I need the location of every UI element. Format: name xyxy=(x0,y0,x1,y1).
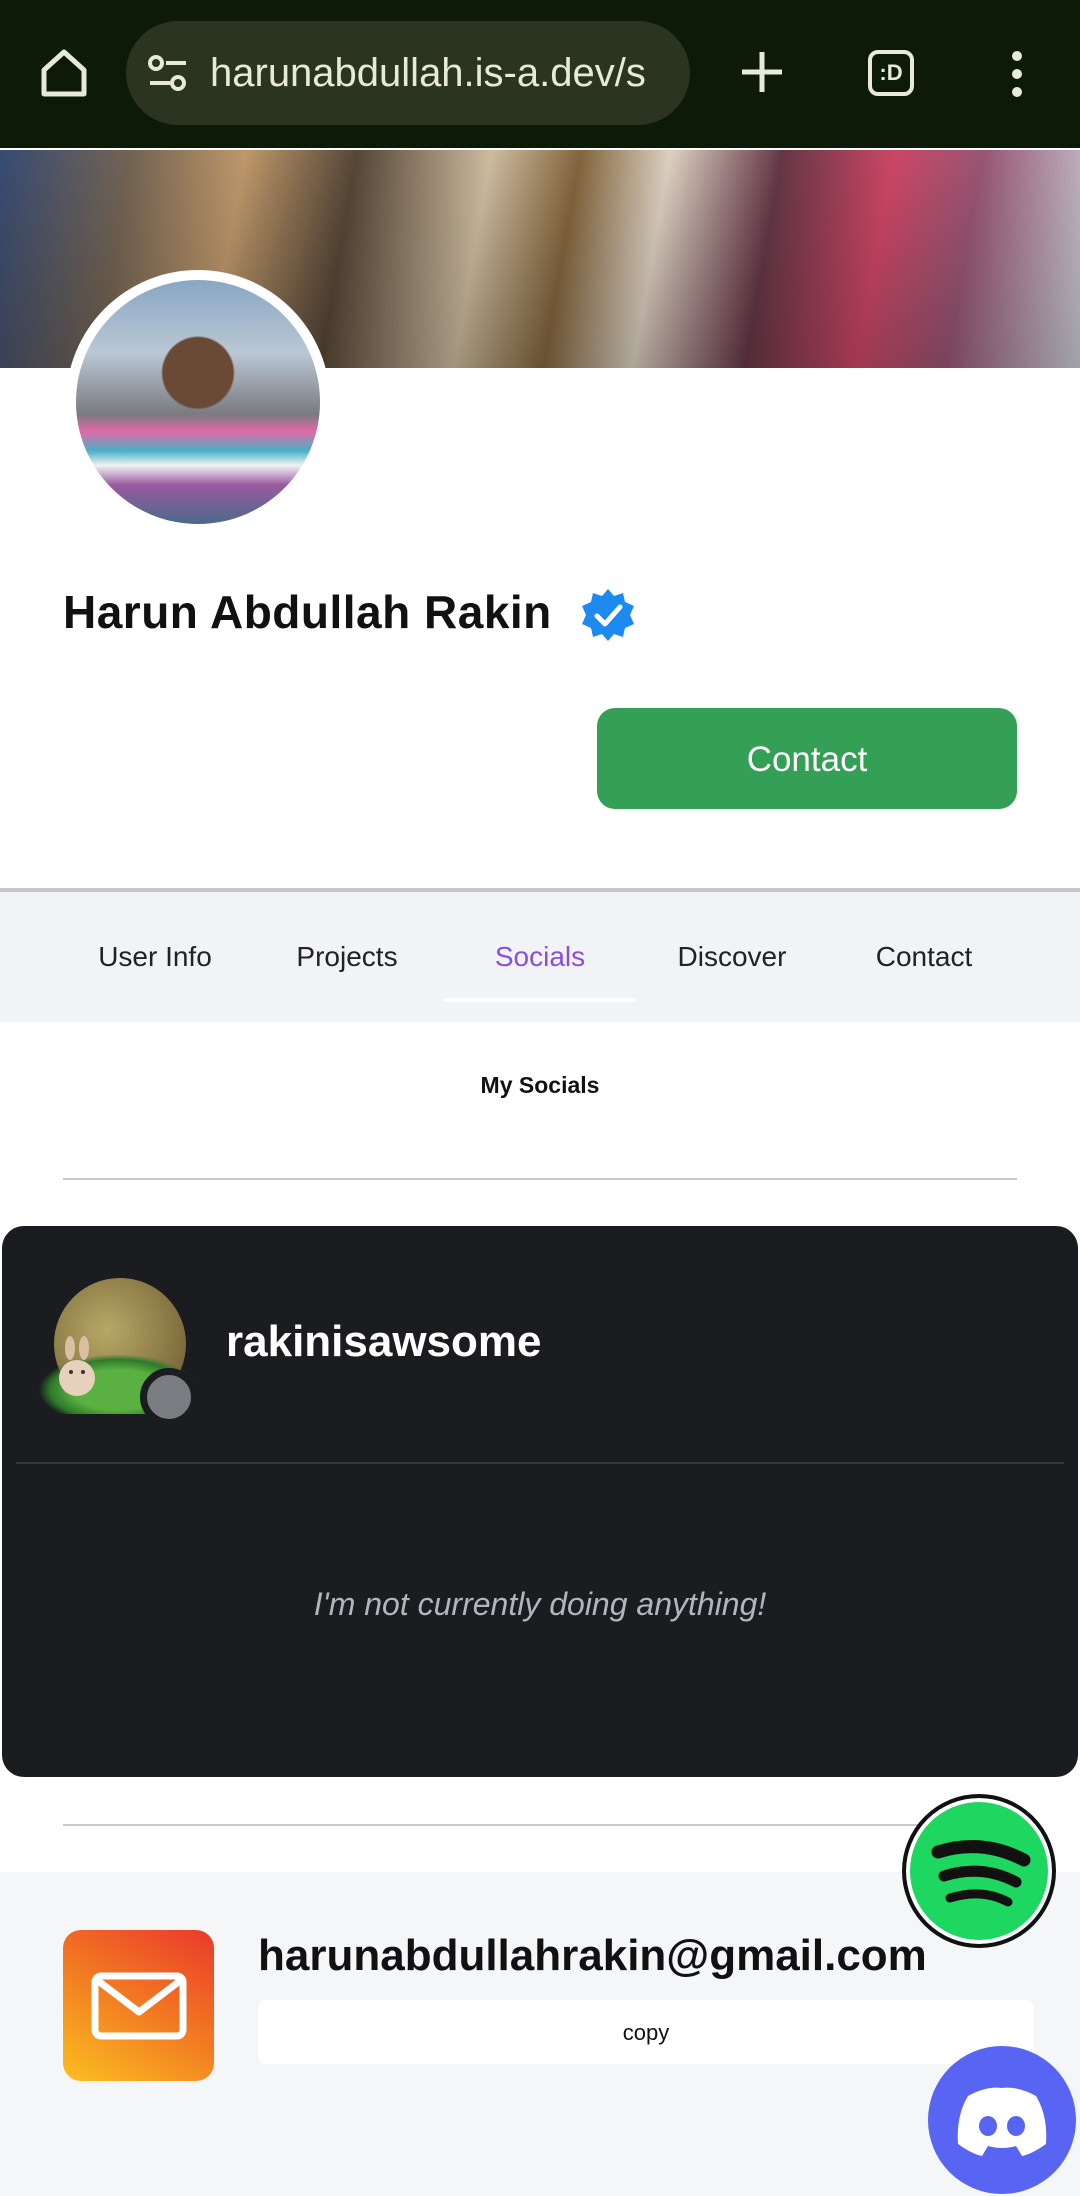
email-address: harunabdullahrakin@gmail.com xyxy=(258,1931,927,1980)
section-tabs: User Info Projects Socials Discover Cont… xyxy=(0,888,1080,1022)
tab-switcher-button[interactable]: :D xyxy=(868,50,914,96)
mail-app-icon[interactable] xyxy=(63,1930,214,2081)
discord-username: rakinisawsome xyxy=(226,1317,542,1366)
spotify-icon xyxy=(931,1840,1031,1907)
discord-icon xyxy=(957,2087,1047,2156)
divider xyxy=(63,1178,1017,1180)
active-tab-indicator xyxy=(444,998,635,1002)
tab-socials[interactable]: Socials xyxy=(470,892,610,1022)
discord-activity-text: I'm not currently doing anything! xyxy=(313,1586,767,1622)
discord-button[interactable] xyxy=(928,2046,1076,2194)
status-indicator xyxy=(140,1368,198,1426)
envelope-icon xyxy=(91,1972,187,2040)
profile-name: Harun Abdullah Rakin xyxy=(63,586,552,638)
address-bar[interactable]: harunabdullah.is-a.dev/s xyxy=(126,21,690,125)
contact-button[interactable]: Contact xyxy=(597,708,1017,809)
verified-badge-icon xyxy=(582,589,634,641)
tab-projects[interactable]: Projects xyxy=(284,892,410,1022)
url-text[interactable]: harunabdullah.is-a.dev/s xyxy=(210,45,680,101)
section-title: My Socials xyxy=(480,1072,600,1098)
copy-email-button[interactable]: copy xyxy=(258,2000,1034,2064)
tab-contact[interactable]: Contact xyxy=(862,892,986,1022)
site-settings-icon[interactable] xyxy=(146,51,190,95)
more-options-icon[interactable] xyxy=(1000,46,1034,102)
spotify-button[interactable] xyxy=(902,1794,1056,1948)
browser-toolbar: harunabdullah.is-a.dev/s :D xyxy=(0,0,1080,148)
tab-discover[interactable]: Discover xyxy=(664,892,800,1022)
home-icon[interactable] xyxy=(36,44,92,100)
bunny-icon xyxy=(59,1336,95,1396)
profile-avatar xyxy=(66,270,330,534)
card-divider xyxy=(16,1462,1064,1464)
discord-presence-card: rakinisawsome I'm not currently doing an… xyxy=(2,1226,1078,1777)
divider xyxy=(63,1824,1017,1826)
new-tab-icon[interactable] xyxy=(734,44,790,100)
tab-user-info[interactable]: User Info xyxy=(88,892,222,1022)
